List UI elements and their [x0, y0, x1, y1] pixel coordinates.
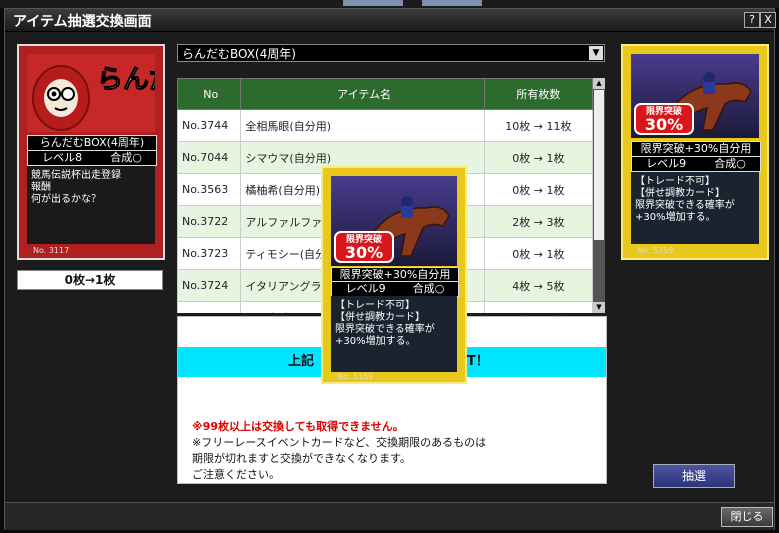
note-line: 期限が切れますと交換ができなくなります。	[192, 452, 411, 465]
desc-line: 【併せ調教カード】	[635, 188, 725, 199]
badge-percent: 30%	[345, 243, 383, 262]
popup-card: 限界突破 30% 限界突破+30%自分用 レベル9 合成○ 【トレード不可】 【…	[321, 166, 467, 384]
table-header-row: No アイテム名 所有枚数	[177, 78, 594, 110]
desc-line: 何が出るかな？	[31, 194, 101, 205]
art-title: らんだむ	[97, 65, 155, 95]
scroll-up-arrow-icon[interactable]: ▲	[593, 78, 605, 89]
card-number: No. 3117	[33, 246, 70, 255]
horse-art: 限界突破 30%	[631, 54, 759, 138]
cell-name: 全相馬眼(自分用)	[240, 109, 485, 142]
help-button[interactable]: ?	[744, 12, 760, 28]
box-card: らんだむ らんだむBOX(4周年) レベル8 合成○ 競馬伝説杯出走登録 報酬 …	[17, 44, 202, 260]
card-name: らんだむBOX(4周年)	[27, 135, 157, 151]
cell-qty: 4枚 → 5枚	[483, 269, 594, 302]
card-level-row: レベル8 合成○	[27, 150, 157, 166]
cell-no: No.7044	[177, 141, 242, 174]
box-select[interactable]: らんだむBOX(4周年) ▼	[177, 44, 605, 62]
cell-no: No.3563	[177, 173, 242, 206]
result-banner-left: 上記	[288, 354, 315, 369]
daruma-art: らんだむ	[27, 54, 202, 132]
badge-percent: 30%	[645, 115, 683, 134]
card-level-row: レベル9 合成○	[631, 156, 761, 172]
window-close-button[interactable]: X	[760, 12, 776, 28]
cell-no: No.5359	[177, 301, 242, 313]
card-number: No. 5359	[637, 246, 674, 255]
racehorse-image: 限界突破 30%	[331, 176, 457, 266]
cell-no: No.3744	[177, 109, 242, 142]
card-synth: 合成○	[110, 151, 142, 164]
note-line: ご注意ください。	[192, 468, 280, 481]
cell-qty: 4枚 → 5枚	[483, 301, 594, 313]
top-strip	[0, 0, 779, 8]
card-synth: 合成○	[412, 282, 445, 295]
cell-no: No.3722	[177, 205, 242, 238]
table-scrollbar[interactable]: ▲ ▼	[593, 78, 605, 313]
desc-line: +30%増加する。	[335, 336, 416, 347]
horse-art: 限界突破 30%	[331, 176, 457, 266]
desc-line: +30%増加する。	[635, 212, 716, 223]
card-level-row: レベル9 合成○	[331, 281, 459, 297]
title-bar: アイテム抽選交換画面 ? X	[5, 9, 776, 32]
warning-text: ※99枚以上は交換しても取得できません。	[192, 420, 404, 433]
scroll-thumb[interactable]	[594, 90, 604, 240]
col-header-qty: 所有枚数	[483, 78, 594, 110]
card-level: レベル9	[345, 282, 386, 295]
cell-qty: 10枚 → 11枚	[483, 109, 594, 142]
desc-line: 【トレード不可】	[635, 176, 715, 187]
box-select-value: らんだむBOX(4周年)	[182, 47, 296, 61]
bottom-bar: 閉じる	[5, 502, 774, 530]
desc-line: 限界突破できる確率が	[335, 324, 435, 335]
cell-no: No.3724	[177, 269, 242, 302]
top-tab-2	[422, 0, 482, 6]
quantity-badge: 0枚→1枚	[17, 270, 163, 290]
card-description: 【トレード不可】 【併せ調教カード】 限界突破できる確率が +30%増加する。	[635, 176, 757, 224]
close-button[interactable]: 閉じる	[721, 507, 773, 527]
desc-line: 競馬伝説杯出走登録	[31, 170, 121, 181]
cell-no: No.3723	[177, 237, 242, 270]
content-area: らんだむ らんだむBOX(4周年) レベル8 合成○ 競馬伝説杯出走登録 報酬 …	[5, 32, 774, 502]
card-description: 競馬伝説杯出走登録 報酬 何が出るかな？	[31, 170, 153, 206]
racehorse-image: 限界突破 30%	[631, 54, 759, 138]
card-description: 【トレード不可】 【併せ調教カード】 限界突破できる確率が +30%増加する。	[335, 300, 455, 348]
col-header-no: No	[177, 78, 242, 110]
card-level: レベル9	[646, 157, 687, 170]
exchange-window: アイテム抽選交換画面 ? X らんだむ らんだむBOX(4周年) レ	[4, 8, 776, 530]
card-level: レベル8	[42, 151, 83, 164]
window-title: アイテム抽選交換画面	[13, 14, 152, 30]
desc-line: 報酬	[31, 182, 51, 193]
chevron-down-icon[interactable]: ▼	[589, 46, 603, 60]
draw-button[interactable]: 抽選	[653, 464, 735, 488]
card-name: 限界突破+30%自分用	[631, 141, 761, 157]
table-row[interactable]: No.3744 全相馬眼(自分用) 10枚 → 11枚	[177, 109, 594, 142]
desc-line: 【トレード不可】	[335, 300, 415, 311]
col-header-name: アイテム名	[240, 78, 485, 110]
cell-qty: 0枚 → 1枚	[483, 237, 594, 270]
result-card: 限界突破 30% 限界突破+30%自分用 レベル9 合成○ 【トレード不可】 【…	[621, 44, 769, 260]
cell-qty: 0枚 → 1枚	[483, 141, 594, 174]
desc-line: 【併せ調教カード】	[335, 312, 425, 323]
note-line: ※フリーレースイベントカードなど、交換期限のあるものは	[192, 436, 487, 449]
desc-line: 限界突破できる確率が	[635, 200, 735, 211]
cell-qty: 0枚 → 1枚	[483, 173, 594, 206]
top-tab-1	[343, 0, 403, 6]
scroll-down-arrow-icon[interactable]: ▼	[593, 302, 605, 313]
cell-qty: 2枚 → 3枚	[483, 205, 594, 238]
card-synth: 合成○	[714, 157, 746, 170]
card-number: No. 5359	[337, 372, 374, 381]
daruma-image: らんだむ	[27, 54, 202, 132]
